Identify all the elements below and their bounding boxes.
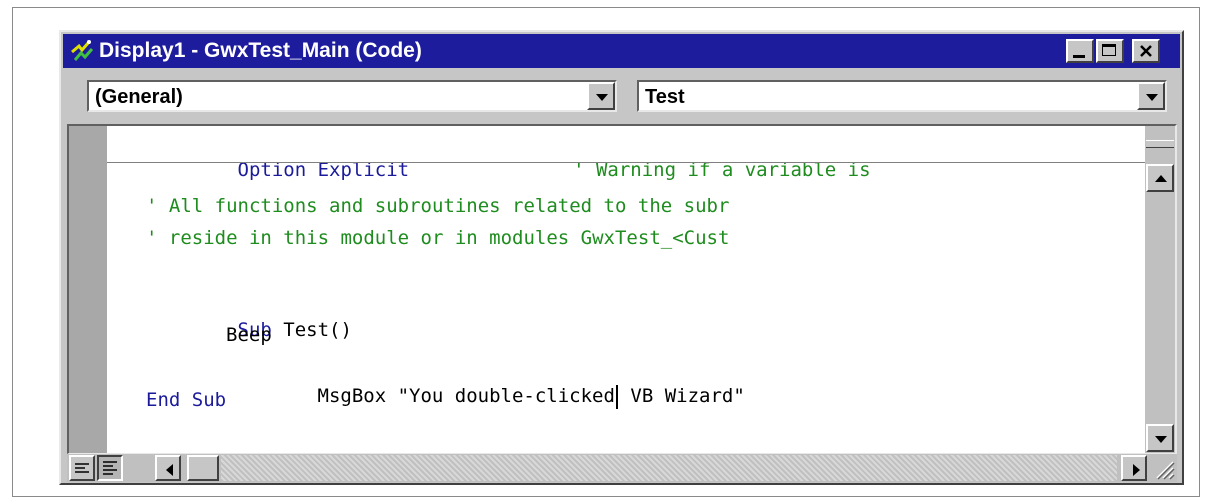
code-line: Beep (226, 324, 272, 346)
minimize-button[interactable] (1066, 39, 1094, 63)
split-divider (107, 162, 1145, 163)
procedure-combo-value: Test (645, 86, 685, 108)
scroll-down-button[interactable] (1146, 424, 1174, 452)
code-line: ' reside in this module or in modules Gw… (146, 227, 730, 249)
code-editor[interactable]: Option Explicit ' Warning if a variable i… (67, 124, 1177, 454)
close-button[interactable] (1132, 39, 1160, 63)
procedure-combo-dropdown-button[interactable] (1137, 82, 1165, 110)
app-icon (71, 40, 94, 61)
code-text: VB Wizard" (618, 385, 745, 407)
procedure-view-icon (75, 463, 89, 473)
scroll-left-button[interactable] (155, 455, 181, 481)
split-handle[interactable] (1146, 140, 1174, 148)
margin-indicator-bar[interactable] (69, 126, 108, 453)
code-text: Test() (271, 319, 352, 341)
code-text: MsgBox "You double-clicked (317, 385, 615, 407)
procedure-view-button[interactable] (69, 455, 95, 481)
horizontal-scroll-track[interactable] (221, 455, 1117, 481)
resize-grip-icon[interactable] (1151, 456, 1175, 480)
horizontal-scroll-thumb[interactable] (187, 455, 219, 481)
code-area[interactable]: Option Explicit ' Warning if a variable i… (107, 126, 1145, 453)
maximize-icon (1102, 44, 1116, 56)
code-line: MsgBox "You double-clicked VB Wizard" (226, 354, 745, 438)
text-caret (615, 384, 618, 409)
code-line: ' All functions and subroutines related … (146, 195, 730, 217)
arrow-down-icon (1155, 436, 1167, 443)
code-line: End Sub (146, 389, 227, 411)
vertical-scrollbar[interactable] (1145, 126, 1175, 453)
arrow-right-icon (1133, 464, 1140, 476)
object-combo-value: (General) (95, 86, 183, 108)
chevron-down-icon (1146, 94, 1158, 101)
full-module-view-icon (103, 461, 117, 475)
procedure-combo[interactable]: Test (637, 80, 1167, 112)
title-bar[interactable]: Display1 - GwxTest_Main (Code) (63, 34, 1180, 68)
close-icon (1140, 45, 1152, 57)
scroll-right-button[interactable] (1121, 455, 1147, 481)
chevron-down-icon (596, 94, 608, 101)
minimize-icon (1073, 55, 1085, 58)
maximize-button[interactable] (1096, 39, 1124, 63)
arrow-left-icon (166, 464, 173, 476)
window-title: Display1 - GwxTest_Main (Code) (99, 39, 422, 62)
bottom-bar (67, 454, 1177, 482)
object-combo[interactable]: (General) (87, 80, 617, 112)
object-combo-dropdown-button[interactable] (587, 82, 615, 110)
scroll-up-button[interactable] (1146, 164, 1174, 192)
full-module-view-button[interactable] (97, 455, 123, 481)
code-window: Display1 - GwxTest_Main (Code) (General)… (59, 30, 1184, 485)
arrow-up-icon (1155, 175, 1167, 182)
